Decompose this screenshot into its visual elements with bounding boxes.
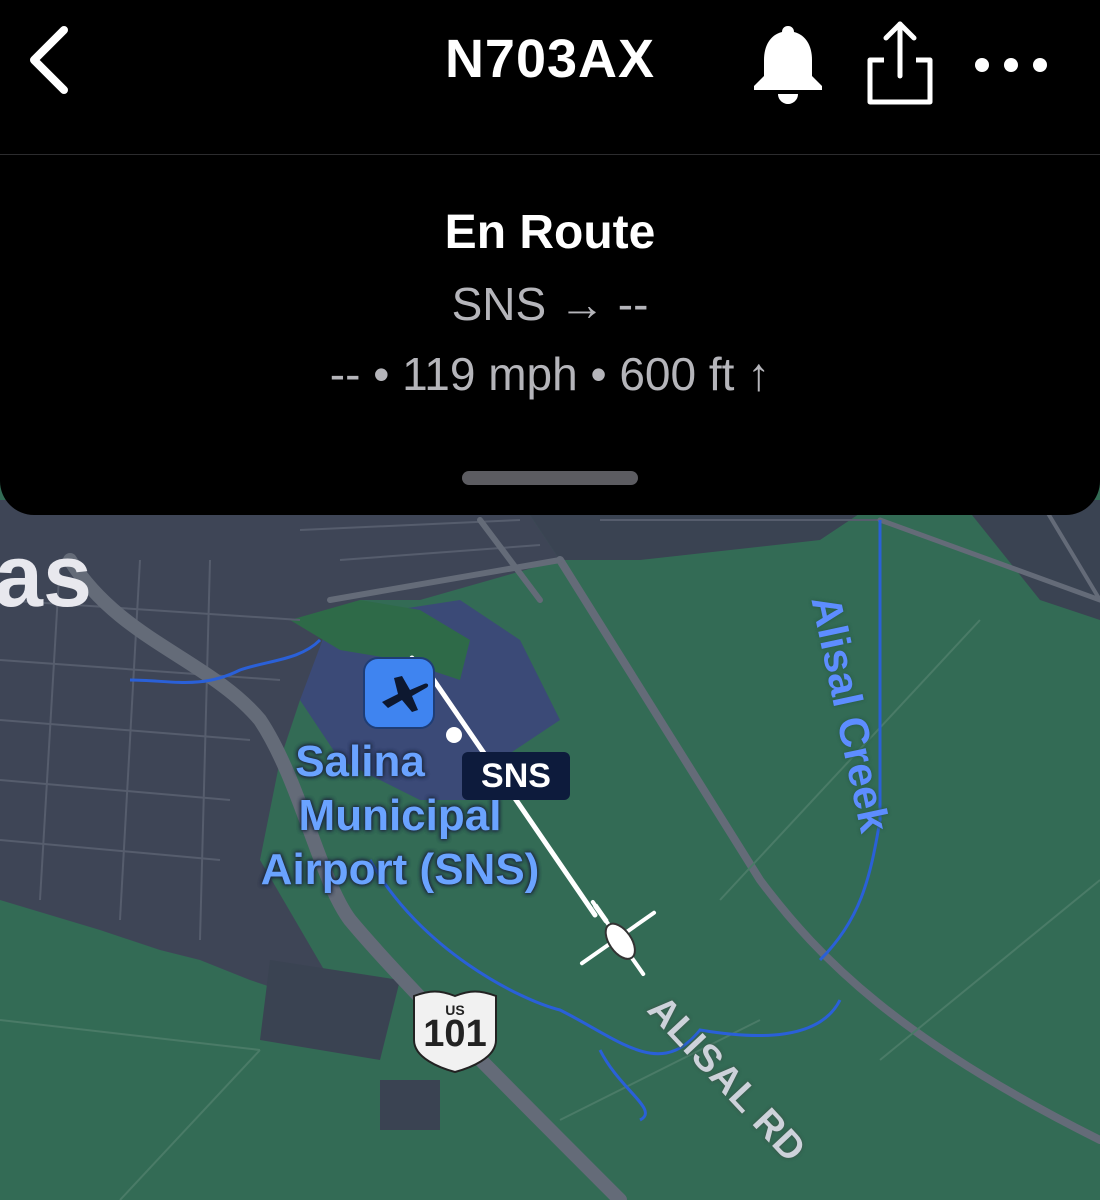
- flight-stats: -- • 119 mph • 600 ft ↑: [329, 348, 771, 400]
- bell-icon: [754, 26, 822, 104]
- aircraft-registration-title: N703AX: [444, 29, 656, 89]
- navigation-bar: N703AX: [0, 0, 1100, 154]
- notifications-button[interactable]: [748, 20, 828, 106]
- airport-icon: [363, 657, 435, 729]
- flight-status-sheet[interactable]: En Route SNS → -- -- • 119 mph • 600 ft …: [0, 155, 1100, 515]
- back-chevron-icon: [30, 26, 68, 94]
- share-icon: [867, 21, 933, 105]
- airport-code-tag[interactable]: SNS: [462, 752, 570, 800]
- more-options-button[interactable]: [968, 40, 1054, 90]
- share-button[interactable]: [860, 18, 940, 108]
- airport-name-line3: Airport (SNS): [260, 845, 540, 894]
- more-icon: [975, 58, 1047, 72]
- flight-status: En Route: [444, 206, 656, 259]
- flight-route: SNS → --: [451, 278, 649, 330]
- highway-number-label: 101: [423, 1013, 487, 1055]
- back-button[interactable]: [22, 20, 82, 100]
- sheet-grabber-handle[interactable]: [462, 471, 638, 485]
- urban-area: [380, 1080, 440, 1130]
- city-label: as: [0, 526, 92, 625]
